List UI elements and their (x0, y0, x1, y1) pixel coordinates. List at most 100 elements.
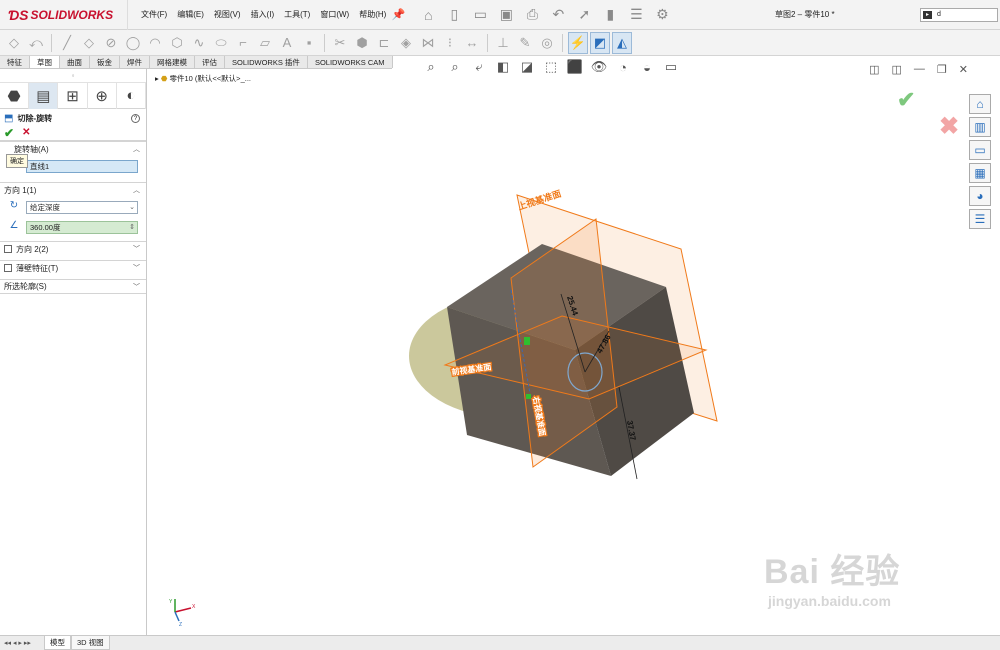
hide-show-items-icon[interactable]: 👁 (589, 57, 609, 77)
trim-entities-icon[interactable]: ✂ (330, 32, 350, 54)
point-icon[interactable]: ▪ (299, 32, 319, 54)
open-folder-icon[interactable]: ▭ (469, 4, 491, 26)
dimxpert-manager-icon[interactable]: ⊕ (88, 82, 117, 109)
cancel-x-button[interactable]: ✕ (22, 127, 30, 138)
display-manager-icon[interactable]: ◐ (117, 82, 147, 109)
expand-chevron-icon[interactable]: ﹀ (133, 244, 140, 254)
search-scope-icon[interactable]: ▸ (923, 11, 932, 19)
new-document-icon[interactable]: ▯ (443, 4, 465, 26)
circle-icon[interactable]: ◯ (123, 32, 143, 54)
zoom-to-fit-icon[interactable]: ⌕ (421, 57, 441, 77)
pin-menu-icon[interactable]: 📌 (391, 8, 405, 21)
move-entities-icon[interactable]: ↔ (462, 32, 482, 54)
tab-evaluate[interactable]: 评估 (195, 56, 225, 68)
text-icon[interactable]: A (277, 32, 297, 54)
file-explorer-icon[interactable]: ▭ (969, 140, 991, 160)
relation-icon[interactable] (526, 394, 531, 399)
collapse-chevron-icon[interactable]: ︿ (133, 144, 140, 154)
menu-file[interactable]: 文件(F) (136, 0, 172, 30)
menu-help[interactable]: 帮助(H) (354, 0, 391, 30)
instant2d-icon[interactable]: ⚡ (568, 31, 588, 54)
panel-grip-icon[interactable]: ◦ (0, 69, 146, 83)
dynamic-annotation-icon[interactable]: ◪ (517, 57, 537, 77)
edit-appearance-icon[interactable]: ◔ (613, 57, 633, 77)
tab-mesh-modeling[interactable]: 网格建模 (150, 56, 195, 68)
arc-icon[interactable]: ◠ (145, 32, 165, 54)
restore-icon[interactable]: ❐ (937, 63, 947, 76)
tab-surfaces[interactable]: 曲面 (60, 56, 90, 68)
exit-sketch-icon[interactable]: ⤺ (26, 32, 46, 54)
previous-view-icon[interactable]: ⤶ (469, 57, 489, 77)
solidworks-logo[interactable]: ƊS SOLIDWORKS (0, 0, 128, 30)
tab-solidworks-cam[interactable]: SOLIDWORKS CAM (308, 56, 393, 68)
design-library-icon[interactable]: ▥ (969, 117, 991, 137)
tab-features[interactable]: 特征 (0, 56, 30, 68)
plane-icon[interactable]: ▱ (255, 32, 275, 54)
smart-dimension-icon[interactable]: ◇ (4, 32, 24, 54)
print-icon[interactable]: ⎙ (521, 4, 543, 26)
fillet-icon[interactable]: ⌐ (233, 32, 253, 54)
feature-manager-tree-icon[interactable]: ⬣ (0, 82, 30, 109)
rectangle-icon[interactable]: ◇ (79, 32, 99, 54)
tab-sketch[interactable]: 草图 (30, 56, 60, 68)
tab-solidworks-addins[interactable]: SOLIDWORKS 插件 (225, 56, 308, 68)
confirm-corner-ok-icon[interactable]: ✔ (897, 87, 915, 113)
mirror-entities-icon[interactable]: ⋈ (418, 32, 438, 54)
tile-right-icon[interactable]: ◫ (892, 63, 902, 76)
reverse-direction-icon[interactable]: ↻ (6, 200, 22, 214)
custom-properties-icon[interactable]: ☰ (969, 209, 991, 229)
feature-tree-root[interactable]: ▸ ⬣ 零件10 (默认<<默认>_... (155, 73, 251, 84)
contours-section-header[interactable]: 所选轮廓(S) ﹀ (0, 279, 146, 294)
help-icon[interactable]: ? (131, 113, 140, 123)
thin-feature-checkbox[interactable] (4, 264, 12, 272)
zoom-to-area-icon[interactable]: ⌕ (445, 57, 465, 77)
expand-chevron-icon[interactable]: ﹀ (133, 282, 140, 292)
ok-checkmark-button[interactable]: ✔ (4, 126, 14, 140)
options-gear-icon[interactable]: ⚙ (651, 4, 673, 26)
minimize-icon[interactable]: — (914, 63, 925, 76)
direction2-checkbox[interactable] (4, 245, 12, 253)
spline-icon[interactable]: ∿ (189, 32, 209, 54)
slot-icon[interactable]: ⊘ (101, 32, 121, 54)
offset-entities-icon[interactable]: ⊏ (374, 32, 394, 54)
end-condition-select[interactable]: 给定深度 ⌄ (26, 200, 138, 214)
relation-icon[interactable] (524, 337, 530, 345)
undo-icon[interactable]: ↶ (547, 4, 569, 26)
save-icon[interactable]: ▣ (495, 4, 517, 26)
axis-selection-box[interactable]: 直线1 (26, 159, 138, 173)
select-arrow-icon[interactable]: ➚ (573, 4, 595, 26)
surface-offset-icon[interactable]: ◈ (396, 32, 416, 54)
home-icon[interactable]: ⌂ (417, 4, 439, 26)
tab-sheet-metal[interactable]: 钣金 (90, 56, 120, 68)
section-view-icon[interactable]: ◧ (493, 57, 513, 77)
display-style-icon[interactable]: ⬛ (565, 57, 585, 77)
view-palette-icon[interactable]: ▦ (969, 163, 991, 183)
sketch-mode-icon[interactable]: ◭ (612, 31, 632, 54)
collapse-chevron-icon[interactable]: ︿ (133, 185, 140, 195)
menu-tools[interactable]: 工具(T) (279, 0, 315, 30)
display-relations-icon[interactable]: ⊥ (493, 32, 513, 54)
property-manager-icon[interactable]: ▤ (29, 82, 59, 109)
direction2-section-header[interactable]: 方向 2(2) ﹀ (0, 241, 146, 256)
tab-model[interactable]: 模型 (44, 636, 71, 650)
search-input[interactable]: ▸ d (920, 8, 998, 22)
quick-snaps-icon[interactable]: ◎ (537, 32, 557, 54)
menu-insert[interactable]: 插入(I) (246, 0, 280, 30)
menu-edit[interactable]: 编辑(E) (172, 0, 209, 30)
rebuild-icon[interactable]: ▮ (599, 4, 621, 26)
thin-feature-section-header[interactable]: 薄壁特征(T) ﹀ (0, 260, 146, 275)
view-orientation-icon[interactable]: ⬚ (541, 57, 561, 77)
graphics-area[interactable]: 25.44 47.86 37.37 上视基准面 前视基准面 右视基准面 ▸ ⬣ … (149, 59, 1000, 635)
file-properties-icon[interactable]: ☰ (625, 4, 647, 26)
angle-input[interactable]: 360.00度 ⇕ (26, 220, 138, 234)
convert-entities-icon[interactable]: ⬢ (352, 32, 372, 54)
spinner-icon[interactable]: ⇕ (129, 222, 135, 233)
confirm-corner-cancel-icon[interactable]: ✖ (939, 112, 959, 141)
menu-view[interactable]: 视图(V) (209, 0, 246, 30)
appearances-icon[interactable]: ◕ (969, 186, 991, 206)
repair-sketch-icon[interactable]: ✎ (515, 32, 535, 54)
solidworks-resources-icon[interactable]: ⌂ (969, 94, 991, 114)
ellipse-icon[interactable]: ⬭ (211, 32, 231, 54)
direction1-section-header[interactable]: 方向 1(1) ︿ (0, 182, 146, 197)
polygon-icon[interactable]: ⬡ (167, 32, 187, 54)
